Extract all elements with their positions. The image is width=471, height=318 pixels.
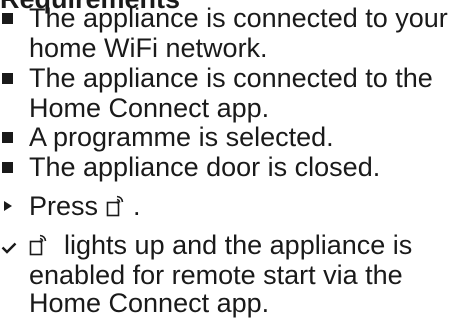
step-text-after: . xyxy=(133,191,141,221)
remote-start-icon xyxy=(106,195,123,217)
requirement-3-line-1: A programme is selected. xyxy=(29,122,334,152)
result-line-1: lights up and the appliance is xyxy=(29,230,412,260)
requirement-1-line-1: The appliance is connected to your xyxy=(29,3,448,33)
instruction-section: Requirements The appliance is connected … xyxy=(0,0,471,318)
requirement-4-line-1: The appliance door is closed. xyxy=(29,152,381,182)
step-arrow-icon xyxy=(4,201,12,211)
result-line-3: Home Connect app. xyxy=(29,288,270,318)
bullet-icon xyxy=(2,162,13,173)
result-line-2: enabled for remote start via the xyxy=(29,260,403,290)
bullet-icon xyxy=(2,132,13,143)
bullet-icon xyxy=(2,13,13,24)
remote-start-icon xyxy=(29,234,47,256)
checkmark-icon xyxy=(1,242,17,254)
step-text-before: Press xyxy=(29,191,106,221)
requirement-2-line-2: Home Connect app. xyxy=(29,93,270,123)
result-text-1: lights up and the appliance is xyxy=(64,230,413,260)
requirement-2-line-1: The appliance is connected to the xyxy=(29,63,433,93)
bullet-icon xyxy=(2,73,13,84)
requirement-1-line-2: home WiFi network. xyxy=(29,33,268,63)
step-line: Press . xyxy=(29,191,141,221)
